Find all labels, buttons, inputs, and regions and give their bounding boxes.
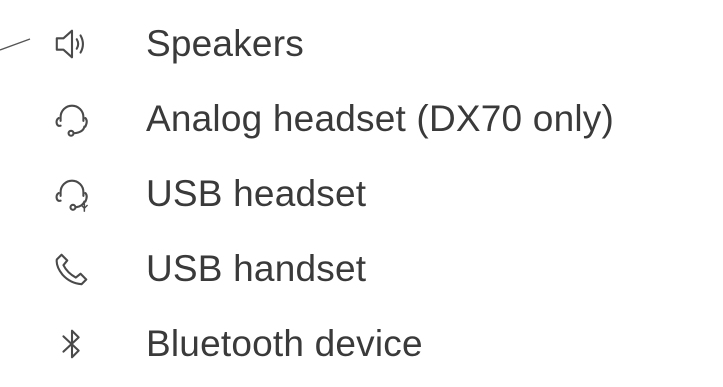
list-item-speakers[interactable]: Speakers	[50, 14, 304, 74]
callout-pointer-line	[0, 38, 31, 51]
bluetooth-icon	[50, 322, 94, 366]
handset-icon	[50, 247, 94, 291]
device-label: Bluetooth device	[146, 323, 423, 364]
usb-headset-icon	[50, 172, 94, 216]
list-item-bluetooth-device[interactable]: Bluetooth device	[50, 314, 423, 374]
device-label: Speakers	[146, 23, 304, 64]
device-label: USB headset	[146, 173, 367, 214]
speaker-icon	[50, 22, 94, 66]
list-item-usb-handset[interactable]: USB handset	[50, 239, 366, 299]
device-label: USB handset	[146, 248, 367, 289]
device-label: Analog headset (DX70 only)	[146, 98, 614, 139]
list-item-analog-headset[interactable]: Analog headset (DX70 only)	[50, 89, 614, 149]
list-item-usb-headset[interactable]: USB headset	[50, 164, 366, 224]
headset-icon	[50, 97, 94, 141]
